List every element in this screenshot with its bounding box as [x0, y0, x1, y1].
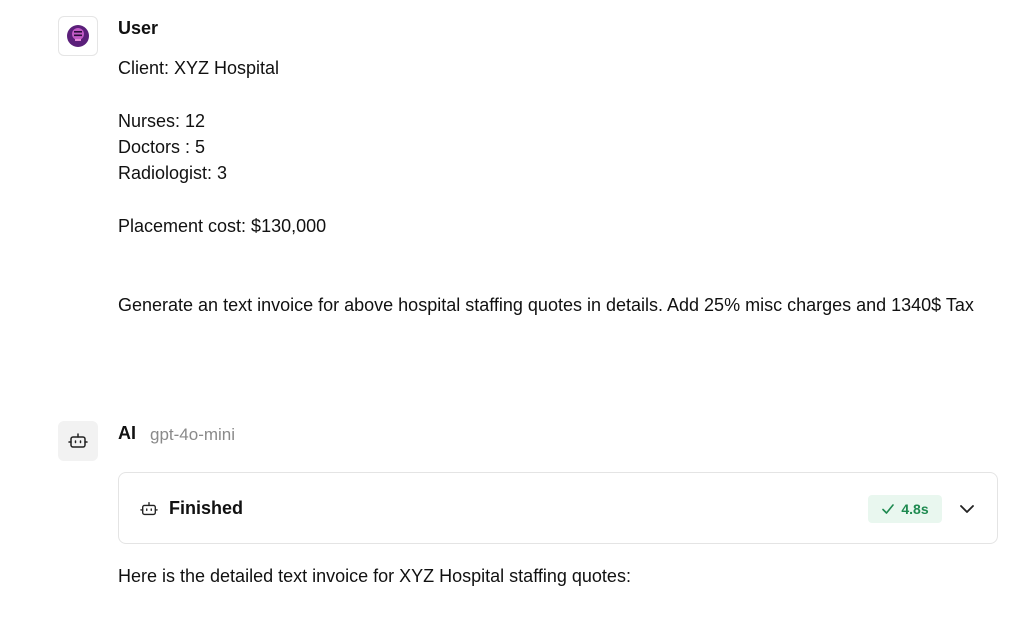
user-message: Client: XYZ Hospital Nurses: 12 Doctors …	[118, 55, 998, 318]
doctors-line: Doctors : 5	[118, 137, 206, 157]
status-card: Finished 4.8s	[118, 472, 998, 544]
user-avatar	[58, 16, 98, 56]
expand-button[interactable]	[953, 495, 981, 523]
check-icon	[882, 504, 895, 514]
ai-avatar	[58, 421, 98, 461]
request-line: Generate an text invoice for above hospi…	[118, 295, 974, 315]
ai-message: Here is the detailed text invoice for XY…	[118, 566, 631, 586]
user-avatar-icon	[67, 25, 89, 47]
radiologist-line: Radiologist: 3	[118, 163, 228, 183]
timing-value: 4.8s	[901, 501, 929, 517]
model-name: gpt-4o-mini	[150, 425, 236, 444]
robot-icon	[140, 502, 158, 516]
placement-cost-line: Placement cost: $130,000	[118, 216, 327, 236]
nurses-line: Nurses: 12	[118, 111, 206, 131]
robot-icon	[68, 433, 88, 448]
user-name: User	[118, 18, 159, 38]
ai-name: AI	[118, 423, 136, 443]
chevron-down-icon	[960, 505, 974, 513]
client-line: Client: XYZ Hospital	[118, 58, 280, 78]
timing-badge: 4.8s	[868, 495, 942, 523]
status-label: Finished	[169, 498, 244, 518]
